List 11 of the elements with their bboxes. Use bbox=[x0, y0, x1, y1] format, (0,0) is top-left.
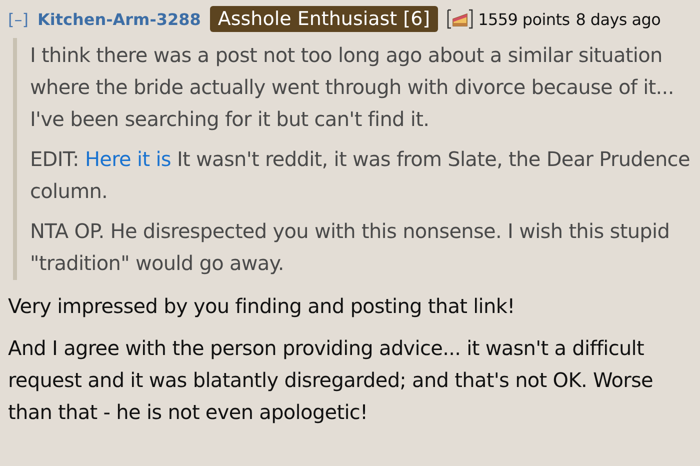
points-text: 1559 points bbox=[478, 10, 570, 28]
comment-paragraph: And I agree with the person providing advice... it wasn't a difficult request and it was blatantly disregarded; and that's not OK. Worse than that - he is not even apologetic! bbox=[8, 335, 654, 426]
username-link[interactable]: Kitchen-Arm-3288 bbox=[37, 10, 201, 28]
quote-paragraph: NTA OP. He disrespected you with this nonsense. I wish this stupid "tradition" would go away. bbox=[30, 218, 671, 277]
quote-paragraph: I think there was a post not too long ago about a similar situation where the bride actually went through with divorce because of it... I've been searching for it but can't find it. bbox=[30, 42, 675, 133]
comment-paragraph: Very impressed by you finding and posting that link! bbox=[8, 293, 516, 320]
user-flair: Asshole Enthusiast [6] bbox=[210, 6, 438, 32]
collapse-toggle[interactable]: [–] bbox=[8, 10, 28, 28]
timestamp: 8 days ago bbox=[576, 10, 661, 28]
link[interactable]: Here it is bbox=[84, 147, 171, 171]
quote-paragraph: EDIT: Here it is It wasn't reddit, it was from Slate, the Dear Prudence column. bbox=[30, 146, 691, 205]
